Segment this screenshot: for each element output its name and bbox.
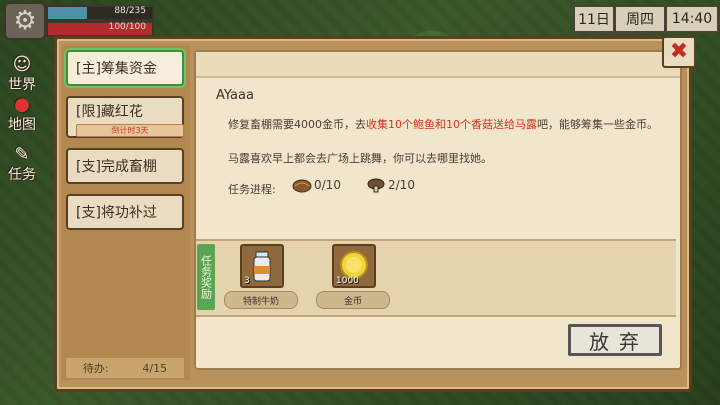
quest-tab-label: [限]藏红花 [76, 104, 143, 120]
world-icon: ☺ [12, 54, 32, 75]
progress-count: 0/10 [314, 178, 341, 192]
quest-description: 修复畜棚需要4000金币，去收集10个鲍鱼和10个香菇送给马露吧，能够筹集一些金… [228, 116, 668, 134]
health-text: 88/235 [114, 6, 146, 16]
reward-count: 3 [244, 276, 250, 286]
mushroom-icon [367, 178, 385, 193]
health-bar: 88/235 [46, 5, 154, 21]
detail-header-strip [196, 52, 680, 78]
clock-display: 14:40 [665, 5, 719, 33]
quest-tab-main[interactable]: [主]筹集资金 [66, 50, 184, 86]
health-bar-fill [48, 7, 87, 19]
quest-npc-name: AYaaa [216, 88, 254, 103]
reward-tag: 任务奖励 [197, 244, 215, 310]
desc-highlight: 收集10个鲍鱼和10个香菇送给马露 [366, 118, 537, 131]
quest-tab-side-barn[interactable]: [支]完成畜棚 [66, 148, 184, 184]
reward-slot-gold[interactable]: 1000 [332, 244, 376, 288]
pending-value: 4/15 [142, 361, 168, 375]
map-pin-icon: ● [14, 94, 30, 115]
close-icon: ✖ [669, 39, 689, 64]
quest-tab-limited[interactable]: [限]藏红花 倒计时3天 [66, 96, 184, 138]
quest-detail-pane [194, 50, 682, 370]
reward-name: 金币 [316, 291, 390, 309]
abandon-button[interactable]: 放弃 [568, 324, 662, 356]
quest-icon: ✎ [14, 144, 30, 165]
stamina-text: 100/100 [108, 22, 146, 32]
gear-icon: ⚙ [13, 6, 37, 36]
pending-label: 待办: [82, 362, 109, 375]
side-map-button[interactable]: ● 地图 [2, 96, 42, 134]
desc-text-post: 吧，能够筹集一些金币。 [537, 118, 658, 131]
side-world-button[interactable]: ☺ 世界 [2, 56, 42, 94]
day-display: 11日 [573, 5, 615, 33]
quest-tab-label: [支]将功补过 [76, 205, 157, 221]
desc-text-pre: 修复畜棚需要4000金币，去 [228, 118, 366, 131]
quest-tab-side-redeem[interactable]: [支]将功补过 [66, 194, 184, 230]
progress-item-abalone: 0/10 [292, 177, 341, 193]
side-map-label: 地图 [8, 117, 36, 133]
side-quest-label: 任务 [8, 167, 36, 183]
close-button[interactable]: ✖ [662, 36, 696, 68]
reward-name: 特制牛奶 [224, 291, 298, 309]
progress-label: 任务进程: [228, 183, 276, 196]
status-bars: 88/235 100/100 [46, 3, 154, 37]
reward-count: 1000 [336, 276, 359, 286]
quest-tab-label: [支]完成畜棚 [76, 159, 157, 175]
abalone-icon [292, 179, 312, 193]
pending-count: 待办: 4/15 [66, 358, 184, 378]
side-quest-button[interactable]: ✎ 任务 [2, 146, 42, 184]
quest-hint: 马露喜欢早上都会去广场上跳舞，你可以去哪里找她。 [228, 152, 492, 165]
quest-tab-label: [主]筹集资金 [76, 61, 157, 77]
progress-count: 2/10 [388, 178, 415, 192]
progress-item-mushroom: 2/10 [366, 177, 415, 193]
weekday-display: 周四 [614, 5, 666, 33]
reward-slot-milk[interactable]: 3 [240, 244, 284, 288]
settings-gear-button[interactable]: ⚙ [4, 2, 46, 40]
side-world-label: 世界 [8, 77, 36, 93]
countdown-badge: 倒计时3天 [76, 124, 184, 137]
stamina-bar: 100/100 [46, 21, 154, 37]
